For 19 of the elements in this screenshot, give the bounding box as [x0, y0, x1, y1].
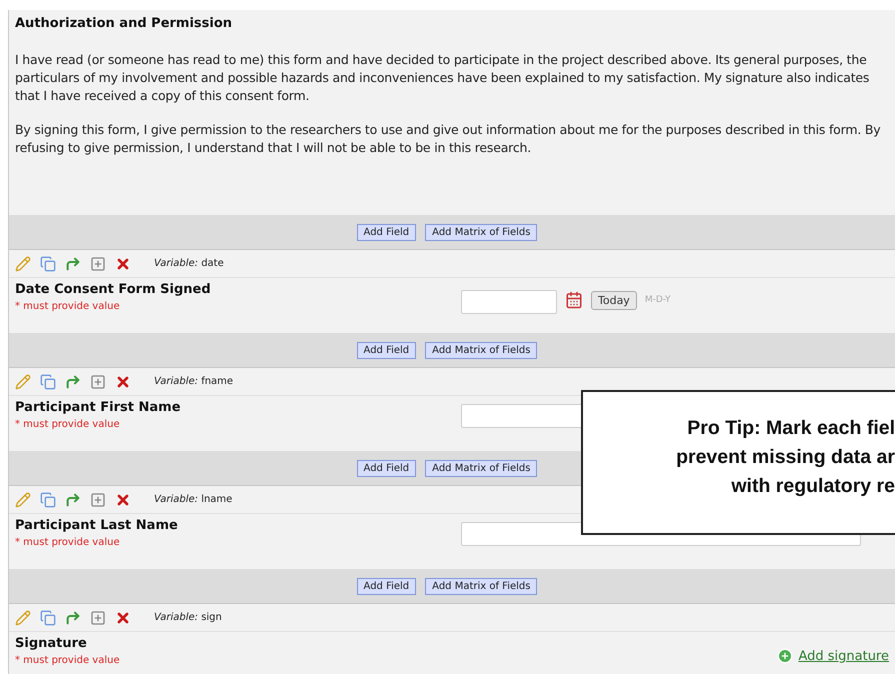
tip-text: prevent missing data ar — [676, 445, 895, 470]
tip-text: with regulatory re — [731, 474, 895, 499]
paragraph: By signing this form, I give permission to the researchers to use and give out information about me for the purposes described in this form. By refusing to give permission, I understand that I will not be able to be in this research. — [15, 121, 882, 157]
required-note: * must provide value — [15, 301, 121, 312]
field-label: Signature — [15, 636, 88, 651]
field-label: Participant Last Name — [15, 518, 179, 533]
field-label: Participant First Name — [15, 400, 182, 415]
date-format-hint: M-D-Y — [644, 295, 670, 305]
section-title: Authorization and Permission — [15, 16, 234, 31]
paragraph: I have read (or someone has read to me) this form and have decided to participate in the project described above. Its general purposes, the particulars of my involvement and possible hazards and inconveniences have been explained to my satisfaction. My signature also indicates that I have received a copy of this consent form. — [15, 51, 870, 105]
tip-text: Pro Tip: Mark each fiel — [687, 416, 895, 441]
required-note: * must provide value — [15, 655, 121, 666]
field-label: Date Consent Form Signed — [15, 282, 212, 297]
variable-name: Variable: date — [154, 258, 224, 269]
required-note: * must provide value — [15, 419, 121, 430]
variable-name: Variable: fname — [154, 376, 234, 387]
variable-name: Variable: sign — [154, 612, 222, 623]
required-note: * must provide value — [15, 537, 121, 548]
variable-name: Variable: lname — [154, 494, 232, 505]
